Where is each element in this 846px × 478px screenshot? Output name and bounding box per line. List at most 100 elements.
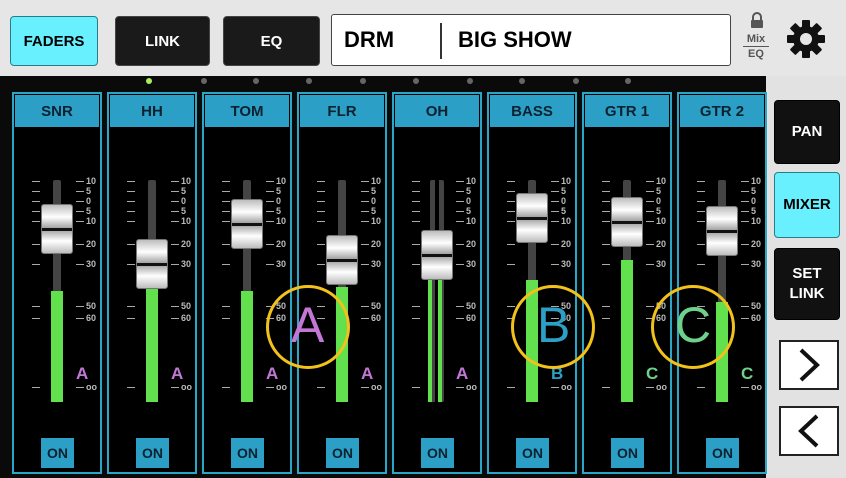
next-page-button[interactable] xyxy=(779,340,839,390)
pan-button[interactable]: PAN xyxy=(774,100,840,164)
fader-knob[interactable] xyxy=(326,235,358,285)
scale-tick xyxy=(127,318,135,319)
scale-tick xyxy=(412,244,420,245)
scale-tick xyxy=(697,221,705,222)
scale-tick xyxy=(602,306,610,307)
channel-on-button[interactable]: ON xyxy=(706,438,739,468)
scale-tick xyxy=(507,306,515,307)
lock-icon[interactable] xyxy=(750,12,764,34)
scale-tick xyxy=(602,318,610,319)
channel-name[interactable]: FLR xyxy=(300,95,384,127)
scale-label: 5 xyxy=(86,206,92,216)
fader-knob[interactable] xyxy=(706,206,738,256)
channel-strip: FLR 10 5 0 5 10 20 30 50 60 oo A ON xyxy=(297,92,387,474)
scale-tick xyxy=(646,191,654,192)
scale-tick xyxy=(507,191,515,192)
scale-tick xyxy=(456,211,464,212)
scale-label: 5 xyxy=(656,206,662,216)
fader-knob[interactable] xyxy=(611,197,643,247)
mix-label: Mix xyxy=(746,33,766,45)
scale-tick xyxy=(222,264,230,265)
fader-knob[interactable] xyxy=(136,239,168,289)
scale-tick xyxy=(741,201,749,202)
channel-name[interactable]: GTR 2 xyxy=(680,95,764,127)
channel-name[interactable]: SNR xyxy=(15,95,99,127)
mix-eq-toggle[interactable]: Mix EQ xyxy=(741,33,771,60)
scale-tick xyxy=(602,221,610,222)
link-group-label: A xyxy=(76,364,89,383)
page-dot xyxy=(306,78,312,84)
channel-name[interactable]: OH xyxy=(395,95,479,127)
channel-name[interactable]: TOM xyxy=(205,95,289,127)
scale-tick xyxy=(741,306,749,307)
set-link-button[interactable]: SET LINK xyxy=(774,248,840,320)
scale-tick xyxy=(127,387,135,388)
scale-tick xyxy=(32,201,40,202)
scale-tick xyxy=(551,264,559,265)
channel-on-button[interactable]: ON xyxy=(516,438,549,468)
scale-tick xyxy=(266,264,274,265)
channel-on-button[interactable]: ON xyxy=(611,438,644,468)
scale-label: oo xyxy=(751,382,762,392)
fader-knob[interactable] xyxy=(421,230,453,280)
prev-page-button[interactable] xyxy=(779,406,839,456)
show-divider xyxy=(440,23,442,59)
scale-tick xyxy=(697,387,705,388)
page-dot xyxy=(467,78,473,84)
link-tab-button[interactable]: LINK xyxy=(115,16,210,66)
scale-label: 60 xyxy=(371,313,382,323)
fader-knob[interactable] xyxy=(231,199,263,249)
scale-label: 30 xyxy=(371,259,382,269)
channel-on-button[interactable]: ON xyxy=(421,438,454,468)
scale-tick xyxy=(551,201,559,202)
scale-tick xyxy=(412,211,420,212)
channel-on-button[interactable]: ON xyxy=(41,438,74,468)
scale-tick xyxy=(361,191,369,192)
scale-label: 20 xyxy=(181,239,192,249)
eq-tab-button[interactable]: EQ xyxy=(223,16,320,66)
gear-icon[interactable] xyxy=(785,18,827,65)
scale-label: 20 xyxy=(656,239,667,249)
channel-name[interactable]: BASS xyxy=(490,95,574,127)
scale-label: 50 xyxy=(751,301,762,311)
scale-label: 0 xyxy=(561,196,567,206)
fader-knob[interactable] xyxy=(516,193,548,243)
channel-strip: HH 10 5 0 5 10 20 30 50 60 oo A ON xyxy=(107,92,197,474)
channel-on-button[interactable]: ON xyxy=(326,438,359,468)
show-short-name: DRM xyxy=(344,27,395,52)
fader-knob[interactable] xyxy=(41,204,73,254)
mixer-button[interactable]: MIXER xyxy=(774,172,840,238)
scale-label: 30 xyxy=(181,259,192,269)
scale-tick xyxy=(222,306,230,307)
channel-on-button[interactable]: ON xyxy=(231,438,264,468)
scale-tick xyxy=(171,318,179,319)
faders-tab-button[interactable]: FADERS xyxy=(10,16,98,66)
scale-tick xyxy=(76,191,84,192)
scale-tick xyxy=(741,181,749,182)
scale-tick xyxy=(127,221,135,222)
scale-label: 5 xyxy=(751,186,757,196)
show-name-display[interactable]: DRM BIG SHOW xyxy=(331,14,731,66)
scale-tick xyxy=(456,244,464,245)
scale-tick xyxy=(602,211,610,212)
scale-label: 10 xyxy=(371,216,382,226)
scale-tick xyxy=(507,244,515,245)
scale-label: 20 xyxy=(276,239,287,249)
scale-tick xyxy=(507,181,515,182)
top-bar: FADERS LINK EQ DRM BIG SHOW Mix EQ xyxy=(0,0,846,76)
fader-knob-line xyxy=(137,263,167,266)
scale-label: oo xyxy=(371,382,382,392)
scale-label: 0 xyxy=(276,196,282,206)
scale-label: 10 xyxy=(561,216,572,226)
scale-tick xyxy=(602,387,610,388)
channel-name[interactable]: HH xyxy=(110,95,194,127)
channel-on-button[interactable]: ON xyxy=(136,438,169,468)
scale-label: 30 xyxy=(751,259,762,269)
scale-tick xyxy=(741,264,749,265)
scale-tick xyxy=(32,264,40,265)
scale-tick xyxy=(222,201,230,202)
scale-tick xyxy=(456,318,464,319)
scale-label: 0 xyxy=(751,196,757,206)
channel-name[interactable]: GTR 1 xyxy=(585,95,669,127)
scale-tick xyxy=(171,306,179,307)
